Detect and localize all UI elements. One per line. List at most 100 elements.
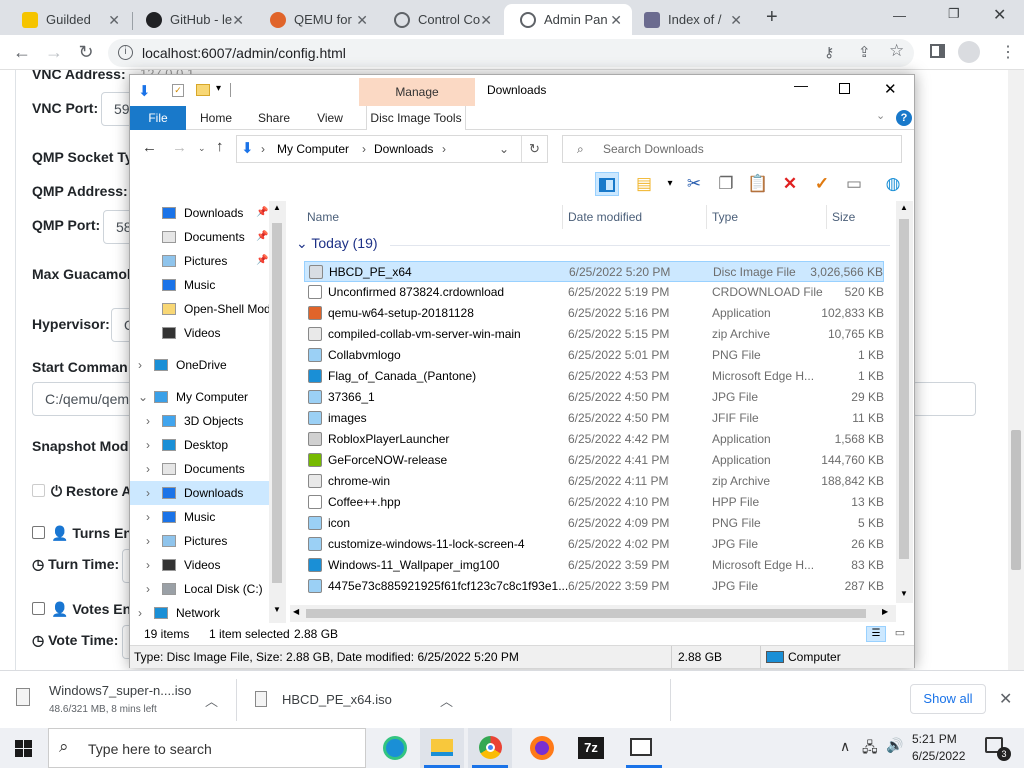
taskbar-explorer-button[interactable] — [420, 728, 464, 768]
pin-icon[interactable]: 📌 — [256, 225, 268, 249]
properties-icon[interactable]: ✓ — [172, 84, 184, 97]
close-icon[interactable]: ✕ — [730, 12, 742, 29]
taskbar-search-box[interactable]: ⌕ Type here to search — [48, 728, 366, 768]
tab-disc-image-tools[interactable]: Disc Image Tools — [366, 106, 466, 130]
tab-home[interactable]: Home — [192, 106, 240, 130]
large-icons-view-icon[interactable]: ▭ — [890, 626, 910, 642]
network-icon[interactable]: 🖧 — [862, 737, 878, 761]
nav-item[interactable]: › Videos — [130, 553, 286, 577]
download-name[interactable]: HBCD_PE_x64.iso — [282, 692, 392, 707]
column-size[interactable]: Size — [832, 205, 855, 229]
new-tab-button[interactable]: + — [766, 6, 778, 29]
close-icon[interactable]: ✕ — [356, 12, 368, 29]
reload-icon[interactable]: ↻ — [76, 42, 96, 62]
chevron-right-icon[interactable]: › — [146, 553, 150, 577]
nav-scroll-thumb[interactable] — [272, 223, 282, 583]
tab-admin-panel[interactable]: Admin Pan ✕ — [504, 4, 632, 35]
forward-icon[interactable]: → — [172, 139, 187, 156]
maximize-icon[interactable] — [839, 83, 850, 94]
refresh-icon[interactable]: ↻ — [529, 136, 540, 162]
nav-item[interactable]: › Music — [130, 505, 286, 529]
tab-file[interactable]: File — [130, 106, 186, 130]
profile-avatar-icon[interactable] — [958, 41, 980, 63]
horizontal-scrollbar[interactable]: ◀ ▶ — [290, 605, 896, 622]
file-row[interactable]: RobloxPlayerLauncher 6/25/2022 4:42 PM App… — [304, 429, 884, 450]
file-row[interactable]: Flag_of_Canada_(Pantone) 6/25/2022 4:53 P… — [304, 366, 884, 387]
chevron-right-icon[interactable]: › — [138, 353, 142, 377]
tab-github[interactable]: GitHub - le ✕ — [130, 4, 254, 35]
file-row[interactable]: Windows-11_Wallpaper_img100 6/25/2022 3:5… — [304, 555, 884, 576]
file-row[interactable]: HBCD_PE_x64 6/25/2022 5:20 PM Disc Image F… — [304, 261, 884, 282]
bookmark-star-icon[interactable]: ☆ — [889, 41, 904, 61]
chevron-up-icon[interactable]: ︿ — [440, 691, 453, 710]
close-icon[interactable]: ✕ — [480, 12, 492, 29]
show-all-button[interactable]: Show all — [910, 684, 986, 714]
clock-time[interactable]: 5:21 PM — [912, 732, 957, 746]
delete-icon[interactable]: ✕ — [778, 172, 802, 196]
chevron-right-icon[interactable]: › — [146, 433, 150, 457]
share-icon[interactable]: ⇪ — [858, 43, 871, 61]
nav-item[interactable]: › Documents — [130, 457, 286, 481]
7zip-icon[interactable]: 7z — [578, 737, 604, 759]
cut-icon[interactable]: ✂ — [682, 172, 706, 196]
file-row[interactable]: Coffee++.hpp 6/25/2022 4:10 PM HPP File 13 … — [304, 492, 884, 513]
chevron-down-icon[interactable]: ⌄ — [138, 385, 148, 409]
scroll-down-icon[interactable]: ▼ — [273, 605, 281, 614]
file-scroll-thumb[interactable] — [899, 219, 909, 559]
windows-start-icon[interactable] — [15, 740, 32, 757]
close-icon[interactable]: ✕ — [884, 80, 897, 98]
nav-item[interactable]: Music — [130, 273, 286, 297]
tab-view[interactable]: View — [308, 106, 352, 130]
file-row[interactable]: 4475e73c885921925f61fcf123c7c8c1f93e1...… — [304, 576, 884, 597]
edge-icon[interactable] — [383, 736, 407, 760]
close-window-icon[interactable]: ✕ — [993, 5, 1006, 25]
taskbar-app-button[interactable] — [622, 728, 666, 768]
file-row[interactable]: Unconfirmed 873824.crdownload 6/25/2022 5… — [304, 282, 884, 303]
start-command-input[interactable]: C:/qemu/qem — [32, 382, 142, 416]
nav-scrollbar[interactable]: ▲ ▼ — [269, 201, 286, 623]
nav-item[interactable]: › Desktop — [130, 433, 286, 457]
breadcrumb[interactable]: ⬇ › My Computer › Downloads › ⌄ ↻ — [236, 135, 548, 163]
chevron-up-icon[interactable]: ∧ — [840, 738, 850, 755]
page-scroll-thumb[interactable] — [1011, 430, 1021, 570]
quick-access-dropdown-icon[interactable]: ▾ — [216, 83, 221, 94]
turns-enabled-checkbox[interactable] — [32, 526, 45, 539]
column-type[interactable]: Type — [712, 205, 738, 229]
firefox-icon[interactable] — [530, 736, 554, 760]
tab-qemu[interactable]: QEMU for ✕ — [254, 4, 378, 35]
recent-locations-icon[interactable]: ⌄ — [198, 143, 206, 154]
nav-item[interactable]: › OneDrive — [130, 353, 286, 377]
restore-icon[interactable]: ❐ — [948, 6, 960, 22]
minimize-icon[interactable]: — — [893, 8, 906, 23]
ribbon-expand-icon[interactable]: ⌄ — [876, 109, 885, 122]
views-dropdown-icon[interactable]: ▾ — [658, 172, 682, 196]
nav-item[interactable]: Pictures 📌 — [130, 249, 286, 273]
details-view-icon[interactable]: ☰ — [866, 626, 886, 642]
restore-checkbox[interactable] — [32, 484, 45, 497]
file-row[interactable]: compiled-collab-vm-server-win-main 6/25/2… — [304, 324, 884, 345]
tab-share[interactable]: Share — [250, 106, 298, 130]
chevron-right-icon[interactable]: › — [146, 577, 150, 601]
chevron-right-icon[interactable]: › — [146, 529, 150, 553]
up-icon[interactable]: ↑ — [216, 138, 224, 155]
breadcrumb-my-computer[interactable]: My Computer — [277, 136, 349, 162]
file-row[interactable]: icon 6/25/2022 4:09 PM PNG File 5 KB — [304, 513, 884, 534]
rename-check-icon[interactable]: ✓ — [810, 172, 834, 196]
pin-icon[interactable]: 📌 — [256, 201, 268, 225]
key-icon[interactable]: ⚷ — [824, 44, 834, 61]
nav-item[interactable]: › Local Disk (C:) — [130, 577, 286, 601]
download-arrow-icon[interactable]: ⬇ — [138, 82, 151, 100]
chevron-right-icon[interactable]: › — [146, 505, 150, 529]
scroll-down-icon[interactable]: ▼ — [900, 589, 908, 598]
nav-item[interactable]: › Pictures — [130, 529, 286, 553]
votes-enabled-checkbox[interactable] — [32, 602, 45, 615]
nav-item[interactable]: › 3D Objects — [130, 409, 286, 433]
file-row[interactable]: qemu-w64-setup-20181128 6/25/2022 5:16 PM… — [304, 303, 884, 324]
back-icon[interactable]: ← — [12, 42, 32, 62]
file-row[interactable]: Collabvmlogo 6/25/2022 5:01 PM PNG File 1 K… — [304, 345, 884, 366]
views-icon[interactable]: ▤ — [632, 172, 656, 196]
column-date-modified[interactable]: Date modified — [568, 205, 642, 229]
forward-icon[interactable]: → — [44, 42, 64, 62]
page-scrollbar[interactable] — [1008, 70, 1024, 670]
help-icon[interactable]: ? — [896, 110, 912, 126]
